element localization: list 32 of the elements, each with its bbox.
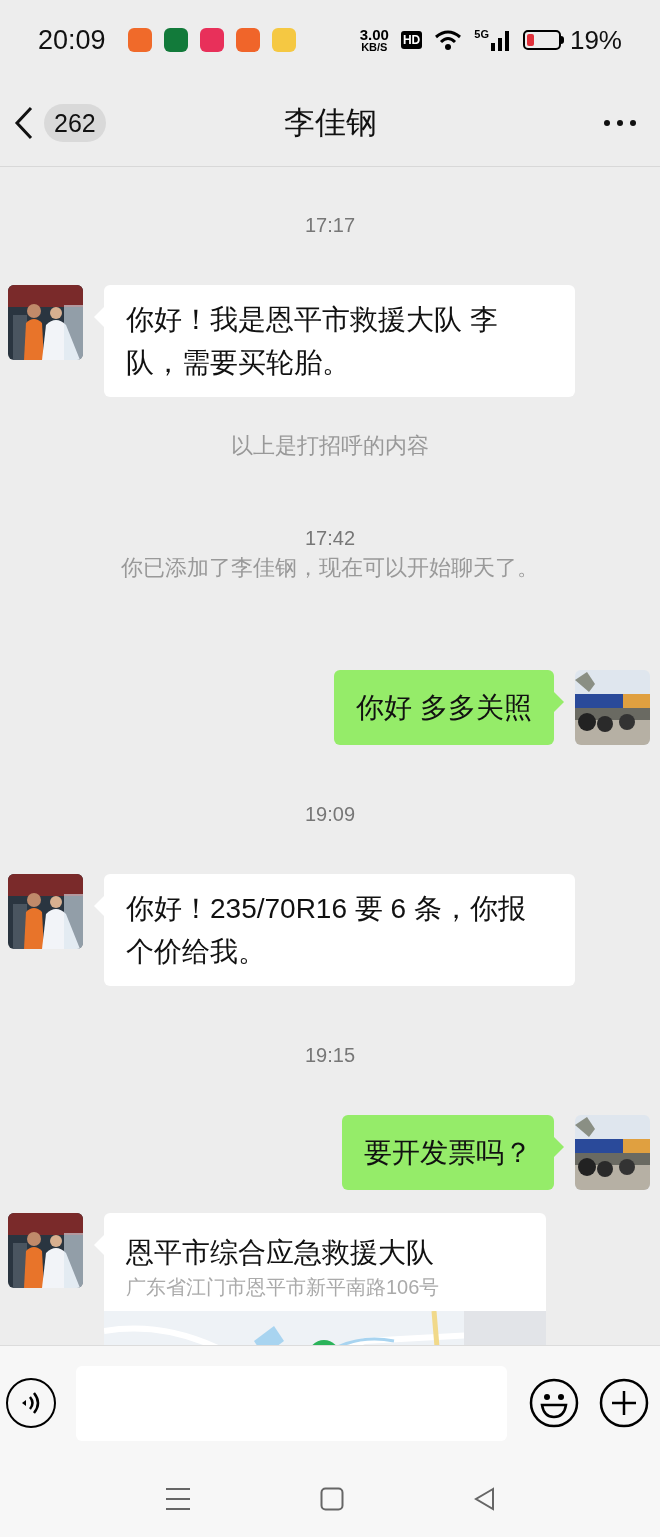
location-address: 广东省江门市恩平市新平南路106号 [125,1275,441,1300]
home-icon[interactable] [320,1486,344,1511]
battery-icon [522,30,564,50]
timestamp: 19:09 [303,802,357,827]
hd-badge: HD [400,31,423,49]
menu-icon[interactable] [164,1486,191,1511]
voice-button[interactable] [6,1378,56,1428]
system-notice: 你已添加了李佳钢，现在可以开始聊天了。 [120,555,540,581]
add-button[interactable] [599,1378,649,1428]
timestamp: 19:15 [303,1043,357,1068]
speed-value: 3.00 [359,27,389,42]
chat-title: 李佳钢 [283,103,377,142]
message-bubble: 要开发票吗？ [342,1115,554,1190]
timestamp: 17:17 [303,213,357,238]
message-bubble: 你好！我是恩平市救援大队 李队，需要买轮胎。 [104,285,575,397]
network-type: 5G [474,29,489,40]
wifi-icon [434,29,463,51]
back-icon[interactable] [14,106,34,140]
unread-count-badge: 262 [44,104,106,142]
battery-percentage: 19% [569,23,622,57]
location-card[interactable]: 恩平市综合应急救援大队 广东省江门市恩平市新平南路106号 [104,1213,546,1345]
timestamp: 17:42 [303,526,357,551]
speed-unit: KB/S [361,42,388,53]
system-notice: 以上是打招呼的内容 [230,433,430,459]
bubble-tail [554,1137,564,1157]
message-bubble: 你好！235/70R16 要 6 条，你报个价给我。 [104,874,575,986]
location-title: 恩平市综合应急救援大队 [125,1236,435,1270]
message-bubble: 你好 多多关照 [334,670,554,745]
status-time: 20:09 [38,23,106,57]
bubble-tail [554,692,564,712]
signal-icon [490,29,511,51]
emoji-button[interactable] [529,1378,579,1428]
